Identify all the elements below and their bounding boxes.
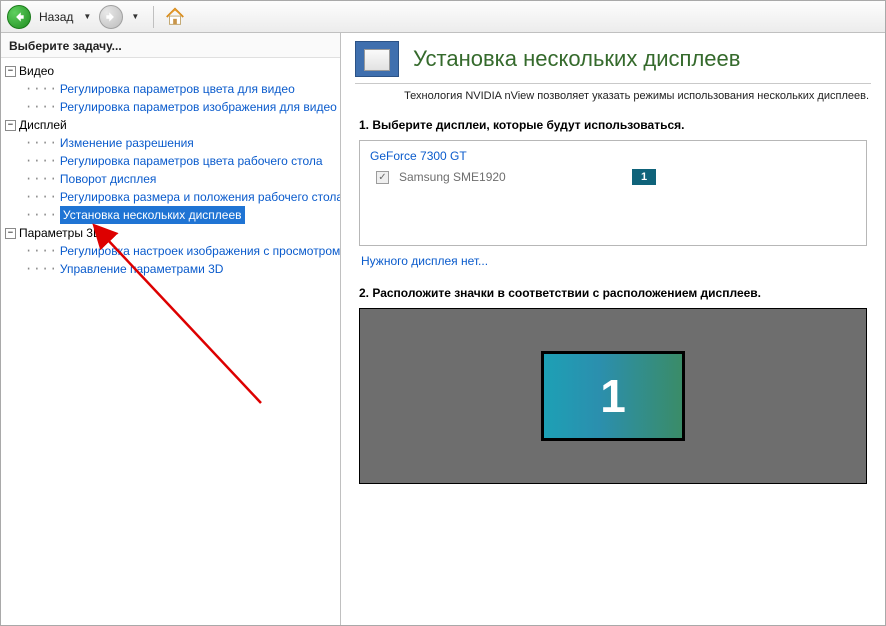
arrow-left-icon <box>12 10 26 24</box>
page-description: Технология NVIDIA nView позволяет указат… <box>341 84 885 112</box>
group-label-text: Видео <box>19 62 54 80</box>
display-index-badge: 1 <box>632 169 656 185</box>
home-icon <box>164 6 186 28</box>
display-checkbox[interactable]: ✓ <box>376 171 389 184</box>
tree-item-label: Регулировка настроек изображения с просм… <box>60 242 340 260</box>
tree-item-label: Регулировка параметров цвета рабочего ст… <box>60 152 323 170</box>
collapse-icon[interactable]: − <box>5 66 16 77</box>
page-title: Установка нескольких дисплеев <box>413 46 740 72</box>
tree-group-label[interactable]: − Видео <box>5 62 338 80</box>
tree-item-label: Управление параметрами 3D <box>60 260 224 278</box>
forward-history-dropdown[interactable]: ▼ <box>127 12 143 21</box>
tree-item-selected[interactable]: ···· Установка нескольких дисплеев <box>5 206 338 224</box>
tree-group-label[interactable]: − Дисплей <box>5 116 338 134</box>
gpu-name: GeForce 7300 GT <box>370 149 856 163</box>
tree-group-label[interactable]: − Параметры 3D <box>5 224 338 242</box>
section-arrange-displays: 2. Расположите значки в соответствии с р… <box>341 280 885 492</box>
multi-display-icon <box>355 41 399 77</box>
arrow-right-icon <box>104 10 118 24</box>
tree-item[interactable]: ···· Регулировка параметров цвета для ви… <box>5 80 338 98</box>
section-select-displays: 1. Выберите дисплеи, которые будут испол… <box>341 112 885 280</box>
collapse-icon[interactable]: − <box>5 120 16 131</box>
section-title: 1. Выберите дисплеи, которые будут испол… <box>359 118 867 132</box>
tree-item[interactable]: ···· Поворот дисплея <box>5 170 338 188</box>
back-button[interactable] <box>7 5 31 29</box>
display-row: ✓ Samsung SME1920 1 <box>370 169 856 185</box>
back-history-dropdown[interactable]: ▼ <box>79 12 95 21</box>
tree-item-label: Регулировка параметров цвета для видео <box>60 80 295 98</box>
tree-group-3d: − Параметры 3D ···· Регулировка настроек… <box>5 224 338 278</box>
tree-item-label: Изменение разрешения <box>60 134 194 152</box>
monitor-tile[interactable]: 1 <box>541 351 685 441</box>
tree-item-label: Установка нескольких дисплеев <box>60 206 245 224</box>
tree-item[interactable]: ···· Регулировка размера и положения раб… <box>5 188 338 206</box>
forward-button[interactable] <box>99 5 123 29</box>
home-button[interactable] <box>164 6 186 28</box>
group-label-text: Дисплей <box>19 116 67 134</box>
tree-item-label: Регулировка размера и положения рабочего… <box>60 188 340 206</box>
tree-group-video: − Видео ···· Регулировка параметров цвет… <box>5 62 338 116</box>
collapse-icon[interactable]: − <box>5 228 16 239</box>
tree-item[interactable]: ···· Регулировка параметров цвета рабоче… <box>5 152 338 170</box>
toolbar: Назад ▼ ▼ <box>1 1 885 33</box>
tree-item-label: Регулировка параметров изображения для в… <box>60 98 337 116</box>
back-label: Назад <box>39 10 73 24</box>
toolbar-separator <box>153 6 154 28</box>
display-name-label: Samsung SME1920 <box>399 170 506 184</box>
display-arrange-area[interactable]: 1 <box>359 308 867 484</box>
tree-item[interactable]: ···· Изменение разрешения <box>5 134 338 152</box>
page-header: Установка нескольких дисплеев <box>341 33 885 83</box>
tree-item-label: Поворот дисплея <box>60 170 157 188</box>
display-list-box: GeForce 7300 GT ✓ Samsung SME1920 1 <box>359 140 867 246</box>
missing-display-link[interactable]: Нужного дисплея нет... <box>361 254 867 268</box>
tree-item[interactable]: ···· Регулировка настроек изображения с … <box>5 242 338 260</box>
task-tree: − Видео ···· Регулировка параметров цвет… <box>1 58 340 625</box>
group-label-text: Параметры 3D <box>19 224 102 242</box>
monitor-tile-label: 1 <box>600 369 626 423</box>
sidebar: Выберите задачу... − Видео ···· Регулиро… <box>1 33 341 625</box>
content-pane: Установка нескольких дисплеев Технология… <box>341 33 885 625</box>
app-window: Назад ▼ ▼ Выберите задачу... − <box>0 0 886 626</box>
tree-group-display: − Дисплей ···· Изменение разрешения ····… <box>5 116 338 224</box>
section-title: 2. Расположите значки в соответствии с р… <box>359 286 867 300</box>
sidebar-header: Выберите задачу... <box>1 33 340 58</box>
tree-item[interactable]: ···· Управление параметрами 3D <box>5 260 338 278</box>
tree-item[interactable]: ···· Регулировка параметров изображения … <box>5 98 338 116</box>
